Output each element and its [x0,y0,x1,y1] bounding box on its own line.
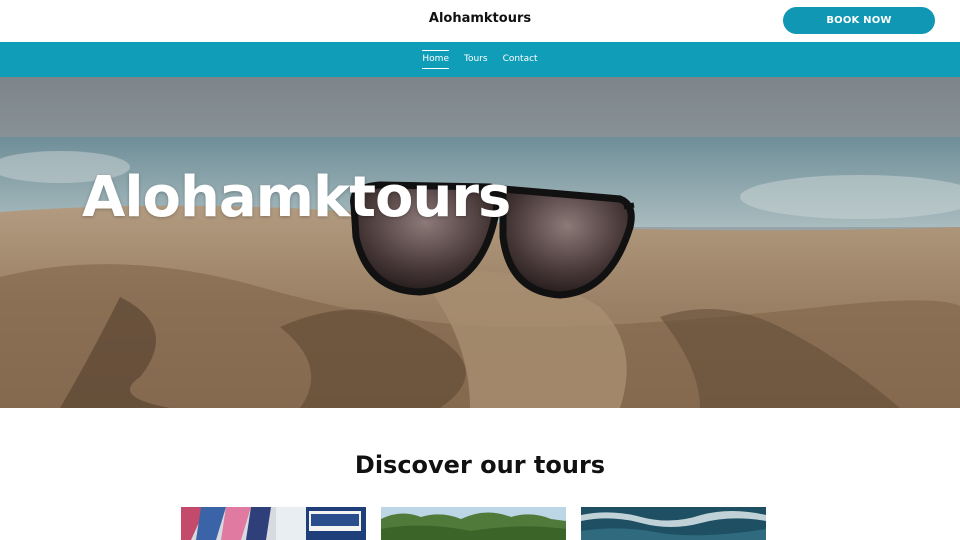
book-now-button[interactable]: BOOK NOW [783,7,935,34]
top-header: Alohamktours BOOK NOW [0,0,960,42]
nav-list: Home Tours Contact [0,42,960,77]
graffiti-mural-photo [181,507,366,540]
hero-banner: Alohamktours [0,77,960,408]
nav-item-tours[interactable]: Tours [464,51,488,68]
green-mountains-photo [381,507,566,540]
ocean-waves-photo [581,507,766,540]
nav-item-home[interactable]: Home [422,50,449,69]
tours-heading: Discover our tours [354,451,606,479]
nav-item-contact[interactable]: Contact [503,51,538,68]
main-navigation: Home Tours Contact [0,42,960,77]
hero-title: Alohamktours [82,165,511,230]
tour-card-graffiti[interactable] [181,507,366,540]
tour-card-mountains[interactable] [381,507,566,540]
tour-card-ocean[interactable] [581,507,766,540]
hero-background-image [0,77,960,408]
